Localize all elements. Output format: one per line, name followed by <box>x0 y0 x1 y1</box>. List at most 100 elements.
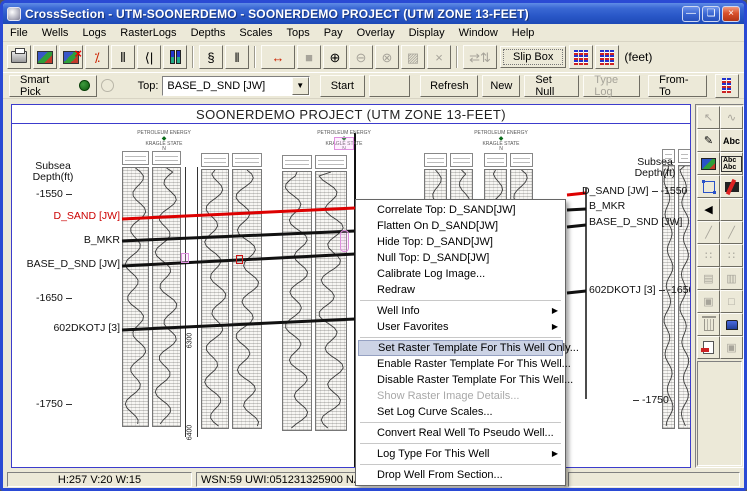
log-header-row <box>201 153 262 167</box>
top-label-d-sand-right[interactable]: D_SAND [JW]-1550 <box>582 185 687 197</box>
strike-zone-button[interactable] <box>720 175 743 198</box>
menu-depths[interactable]: Depths <box>184 25 233 41</box>
paste-button[interactable]: ▤ <box>697 267 720 290</box>
blank-button[interactable] <box>369 75 410 97</box>
menu-item-well-info[interactable]: Well Info▶ <box>358 303 563 319</box>
zoom-in-button[interactable]: ⊕ <box>323 45 347 69</box>
title-bar[interactable]: CrossSection - UTM-SOONERDEMO - SOONERDE… <box>3 3 744 24</box>
top-label-base-d-snd-right[interactable]: BASE_D_SND [JW] <box>589 216 682 228</box>
well-log-track-6[interactable] <box>662 165 691 429</box>
log-curves-button[interactable]: ⫴ <box>111 45 135 69</box>
menu-logs[interactable]: Logs <box>75 25 113 41</box>
cancel-button[interactable]: × <box>427 45 451 69</box>
menu-item-set-log-curve-scales[interactable]: Set Log Curve Scales... <box>358 404 563 420</box>
top-select[interactable]: BASE_D_SND [JW] ▼ <box>162 76 309 96</box>
from-to-button[interactable]: From-To <box>648 75 707 97</box>
menu-item-user-favorites[interactable]: User Favorites▶ <box>358 319 563 335</box>
zoom-cancel-button[interactable]: ⊗ <box>375 45 399 69</box>
menu-item-flatten-on[interactable]: Flatten On D_SAND[JW] <box>358 218 563 234</box>
menu-help[interactable]: Help <box>505 25 542 41</box>
caliper-button[interactable]: ⟨| <box>137 45 161 69</box>
set-null-button[interactable]: Set Null <box>524 75 579 97</box>
close-button[interactable]: × <box>722 6 740 22</box>
menu-item-null-top[interactable]: Null Top: D_SAND[JW] <box>358 250 563 266</box>
start-button[interactable]: Start <box>320 75 365 97</box>
menu-item-redraw[interactable]: Redraw <box>358 282 563 298</box>
well-log-track-1[interactable] <box>122 167 184 427</box>
image-icon <box>701 158 716 170</box>
bring-front-button[interactable]: ▣ <box>697 290 720 313</box>
menu-item-hide-top[interactable]: Hide Top: D_SAND[JW] <box>358 234 563 250</box>
smart-pick-off-led[interactable] <box>101 79 114 92</box>
maximize-button[interactable]: ❏ <box>702 6 720 22</box>
menu-item-log-type-for-well[interactable]: Log Type For This Well▶ <box>358 446 563 462</box>
text-button[interactable]: Abc <box>720 129 743 152</box>
menu-overlay[interactable]: Overlay <box>350 25 402 41</box>
select-button[interactable]: ↖ <box>697 106 720 129</box>
stamp-tool-button[interactable] <box>720 313 743 336</box>
copy-page-button[interactable]: ▣ <box>720 336 743 359</box>
top-label-d-sand-left[interactable]: D_SAND [JW] <box>42 210 120 222</box>
menu-item-drop-well[interactable]: Drop Well From Section... <box>358 467 563 483</box>
menu-rasterlogs[interactable]: RasterLogs <box>113 25 183 41</box>
delete-annotation-button[interactable] <box>697 313 720 336</box>
tops-marker-button[interactable] <box>715 74 739 98</box>
menu-item-convert-real-to-pseudo[interactable]: Convert Real Well To Pseudo Well... <box>358 425 563 441</box>
top-label-base-d-snd-left[interactable]: BASE_D_SND [JW] <box>20 258 120 270</box>
line-tool-button[interactable]: ╱ <box>697 221 720 244</box>
menu-item-calibrate-log-image[interactable]: Calibrate Log Image... <box>358 266 563 282</box>
menu-file[interactable]: File <box>3 25 35 41</box>
rect-select-button[interactable] <box>697 175 720 198</box>
text-frame-button[interactable]: Abc Abc <box>720 152 743 175</box>
tops-fill-button[interactable] <box>163 45 187 69</box>
slip-box-button[interactable]: Slip Box <box>500 46 566 68</box>
line-tool-2-button[interactable]: ╱ <box>720 221 743 244</box>
zoom-out-button[interactable]: ⊖ <box>349 45 373 69</box>
export-page-button[interactable] <box>697 336 720 359</box>
chevron-down-icon[interactable]: ▼ <box>292 77 309 95</box>
well-log-track-2[interactable] <box>201 169 263 429</box>
refresh-button[interactable]: Refresh <box>420 75 478 97</box>
menu-pay[interactable]: Pay <box>317 25 350 41</box>
menu-scales[interactable]: Scales <box>232 25 279 41</box>
menu-item-show-raster-details[interactable]: Show Raster Image Details... <box>358 388 563 404</box>
top-label-602dkotj-left[interactable]: 602DKOTJ [3] <box>32 322 120 334</box>
point-tool-button[interactable]: ∷ <box>697 244 720 267</box>
pay-display-button[interactable] <box>569 45 593 69</box>
menu-window[interactable]: Window <box>452 25 505 41</box>
back-arrow-button[interactable]: ◀ <box>697 198 720 221</box>
menu-display[interactable]: Display <box>402 25 452 41</box>
close-section-button[interactable] <box>59 45 83 69</box>
freehand-button[interactable]: ∿ <box>720 106 743 129</box>
correlate-button[interactable]: ⁒ <box>85 45 109 69</box>
type-log-button[interactable]: Type Log <box>583 75 640 97</box>
cross-section-button[interactable] <box>33 45 57 69</box>
menu-tops[interactable]: Tops <box>279 25 316 41</box>
pay-edit-button[interactable] <box>595 45 619 69</box>
menu-wells[interactable]: Wells <box>35 25 76 41</box>
top-label-602dkotj-right[interactable]: 602DKOTJ [3]-1650 <box>589 284 691 296</box>
well-log-track-3[interactable] <box>282 171 349 431</box>
minimize-button[interactable]: — <box>682 6 700 22</box>
single-log-button[interactable]: § <box>199 45 223 69</box>
menu-item-enable-raster-template[interactable]: Enable Raster Template For This Well... <box>358 356 563 372</box>
insert-image-button[interactable] <box>697 152 720 175</box>
pencil-button[interactable]: ✎ <box>697 129 720 152</box>
fit-width-button[interactable]: ↔ <box>261 45 295 69</box>
region-button[interactable]: ■ <box>297 45 321 69</box>
top-label-b-mkr-left[interactable]: B_MKR <box>42 234 120 246</box>
send-back-button[interactable]: □ <box>720 290 743 313</box>
parallel-view-button[interactable]: ‖ <box>225 45 249 69</box>
cross-section-canvas[interactable]: SOONERDEMO PROJECT (UTM ZONE 13-FEET) PE… <box>11 104 691 468</box>
point-tool-2-button[interactable]: ∷ <box>720 244 743 267</box>
print-button[interactable] <box>7 45 31 69</box>
menu-item-correlate-top[interactable]: Correlate Top: D_SAND[JW] <box>358 202 563 218</box>
menu-item-disable-raster-template[interactable]: Disable Raster Template For This Well... <box>358 372 563 388</box>
image-view-button[interactable]: ▨ <box>401 45 425 69</box>
stamp-button[interactable]: ▥ <box>720 267 743 290</box>
menu-item-set-raster-template[interactable]: Set Raster Template For This Well Only..… <box>358 340 563 356</box>
new-button[interactable]: New <box>482 75 520 97</box>
smart-pick-button[interactable]: Smart Pick <box>9 75 97 97</box>
pan-button[interactable]: ⇄⇅ <box>463 45 497 69</box>
top-label-b-mkr-right[interactable]: B_MKR <box>589 200 625 212</box>
